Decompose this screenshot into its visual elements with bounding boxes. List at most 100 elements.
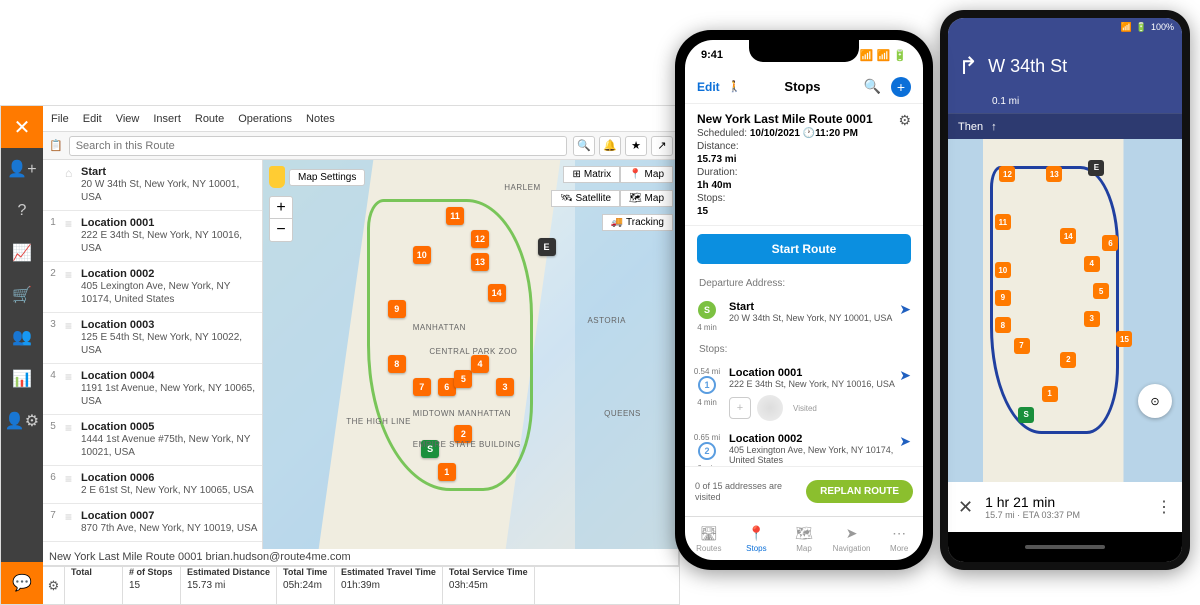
map-tab[interactable]: 📍 Map	[620, 166, 673, 183]
stop-handle-icon[interactable]: ≡	[65, 510, 75, 535]
tab-navigation[interactable]: ➤Navigation	[828, 517, 876, 560]
nav-map-pin[interactable]: 1	[1042, 386, 1058, 402]
app-logo[interactable]: ✕	[1, 106, 43, 148]
toolbar-icon[interactable]: ★	[625, 136, 647, 156]
pegman-icon[interactable]	[269, 166, 285, 188]
map-tab2[interactable]: 🗺 Map	[620, 190, 673, 207]
nav-map-pin[interactable]: 6	[1102, 235, 1118, 251]
sidebar-nav-item[interactable]: 📈	[1, 232, 43, 274]
stop-item[interactable]: 6 ≡ Location 0006 2 E 61st St, New York,…	[43, 466, 262, 504]
nav-map[interactable]: 1213E111014984765321S15 ⊙	[948, 139, 1182, 482]
sidebar-nav-item[interactable]: ?	[1, 190, 43, 232]
menu-route[interactable]: Route	[195, 113, 224, 125]
sidebar-nav-item[interactable]: 👤⚙	[1, 400, 43, 442]
stop-item[interactable]: 3 ≡ Location 0003 125 E 54th St, New Yor…	[43, 313, 262, 364]
nav-map-pin[interactable]: 9	[995, 290, 1011, 306]
toolbar-icon[interactable]: 🔔	[599, 136, 621, 156]
map-pin[interactable]: 13	[471, 253, 489, 271]
menu-notes[interactable]: Notes	[306, 113, 335, 125]
stop-handle-icon[interactable]: ≡	[65, 319, 75, 357]
my-location-button[interactable]: ⊙	[1138, 384, 1172, 418]
navigate-icon[interactable]: ➤	[899, 301, 911, 318]
map-settings-button[interactable]: Map Settings	[289, 169, 365, 186]
sidebar-nav-item[interactable]: 👤+	[1, 148, 43, 190]
toolbar-icon[interactable]: ↗	[651, 136, 673, 156]
search-input[interactable]	[76, 140, 560, 152]
stop-handle-icon[interactable]: ≡	[65, 370, 75, 408]
tab-map[interactable]: 🗺Map	[780, 517, 828, 560]
edit-button[interactable]: Edit	[697, 80, 720, 94]
nav-map-pin[interactable]: 14	[1060, 228, 1076, 244]
navigate-icon[interactable]: ➤	[899, 433, 911, 450]
map-pin[interactable]: 3	[496, 378, 514, 396]
menu-operations[interactable]: Operations	[238, 113, 292, 125]
map-pin[interactable]: 10	[413, 246, 431, 264]
mobile-stop-item[interactable]: S4 min Start 20 W 34th St, New York, NY …	[685, 295, 923, 338]
chat-button[interactable]: 💬	[1, 562, 43, 604]
map-panel[interactable]: 11121310149E876543S12 HARLEMMANHATTANCen…	[263, 160, 679, 549]
stop-handle-icon[interactable]: ≡	[65, 217, 75, 255]
map-pin[interactable]: 12	[471, 230, 489, 248]
matrix-tab[interactable]: ⊞ Matrix	[563, 166, 620, 183]
close-button[interactable]: ✕	[958, 497, 973, 518]
nav-map-pin[interactable]: 2	[1060, 352, 1076, 368]
zoom-out-button[interactable]: −	[270, 219, 292, 241]
stop-item[interactable]: 4 ≡ Location 0004 1191 1st Avenue, New Y…	[43, 364, 262, 415]
nav-map-pin[interactable]: 8	[995, 317, 1011, 333]
map-pin[interactable]: 4	[471, 355, 489, 373]
tab-more[interactable]: ⋯More	[875, 517, 923, 560]
summary-gear-icon[interactable]: ⚙	[43, 567, 65, 604]
sidebar-nav-item[interactable]: 🛒	[1, 274, 43, 316]
nav-map-pin[interactable]: 10	[995, 262, 1011, 278]
sidebar-nav-item[interactable]: 👥	[1, 316, 43, 358]
nav-map-pin[interactable]: S	[1018, 407, 1034, 423]
map-pin[interactable]: E	[538, 238, 556, 256]
tab-stops[interactable]: 📍Stops	[733, 517, 781, 560]
add-button[interactable]: +	[891, 77, 911, 97]
mobile-stop-item[interactable]: 0.65 mi26 min Location 0002 405 Lexingto…	[685, 427, 923, 466]
search-box[interactable]	[69, 136, 567, 156]
fingerprint-icon[interactable]	[757, 395, 783, 421]
map-pin[interactable]: 5	[454, 370, 472, 388]
map-pin[interactable]: 6	[438, 378, 456, 396]
map-pin[interactable]: 1	[438, 463, 456, 481]
map-pin[interactable]: 8	[388, 355, 406, 373]
nav-map-pin[interactable]: 7	[1014, 338, 1030, 354]
menu-file[interactable]: File	[51, 113, 69, 125]
nav-map-pin[interactable]: 5	[1093, 283, 1109, 299]
toolbar-icon[interactable]: 🔍	[573, 136, 595, 156]
stop-item[interactable]: 2 ≡ Location 0002 405 Lexington Ave, New…	[43, 262, 262, 313]
satellite-tab[interactable]: 🛰 Satellite	[551, 190, 620, 207]
route-settings-icon[interactable]: ⚙	[898, 112, 911, 129]
navigate-icon[interactable]: ➤	[899, 367, 911, 384]
driver-icon[interactable]: 🚶	[728, 80, 742, 93]
more-button[interactable]: ⋮	[1156, 497, 1172, 517]
map-pin[interactable]: 14	[488, 284, 506, 302]
stop-item[interactable]: 1 ≡ Location 0001 222 E 34th St, New Yor…	[43, 211, 262, 262]
nav-map-pin[interactable]: 15	[1116, 331, 1132, 347]
nav-map-pin[interactable]: 12	[999, 166, 1015, 182]
nav-map-pin[interactable]: 4	[1084, 256, 1100, 272]
stop-item[interactable]: ⌂ Start 20 W 34th St, New York, NY 10001…	[43, 160, 262, 211]
start-route-button[interactable]: Start Route	[697, 234, 911, 264]
mobile-stop-item[interactable]: 0.54 mi14 min Location 0001 222 E 34th S…	[685, 361, 923, 427]
tab-routes[interactable]: 🛣Routes	[685, 517, 733, 560]
menu-view[interactable]: View	[116, 113, 140, 125]
stop-handle-icon[interactable]: ⌂	[65, 166, 75, 204]
sidebar-nav-item[interactable]: 📊	[1, 358, 43, 400]
search-icon[interactable]: 🔍	[864, 78, 881, 95]
nav-map-pin[interactable]: 13	[1046, 166, 1062, 182]
menu-edit[interactable]: Edit	[83, 113, 102, 125]
menu-insert[interactable]: Insert	[153, 113, 181, 125]
stop-item[interactable]: 5 ≡ Location 0005 1444 1st Avenue #75th,…	[43, 415, 262, 466]
nav-map-pin[interactable]: 3	[1084, 311, 1100, 327]
note-icon[interactable]: +	[729, 397, 751, 419]
stop-item[interactable]: 8 ≡ Location 0008 533 W 47th St, New Yor…	[43, 542, 262, 549]
nav-map-pin[interactable]: 11	[995, 214, 1011, 230]
map-pin[interactable]: 7	[413, 378, 431, 396]
replan-button[interactable]: REPLAN ROUTE	[806, 480, 913, 503]
stop-handle-icon[interactable]: ≡	[65, 268, 75, 306]
tracking-button[interactable]: 🚚 Tracking	[602, 214, 673, 231]
map-pin[interactable]: 9	[388, 300, 406, 318]
stop-item[interactable]: 7 ≡ Location 0007 870 7th Ave, New York,…	[43, 504, 262, 542]
